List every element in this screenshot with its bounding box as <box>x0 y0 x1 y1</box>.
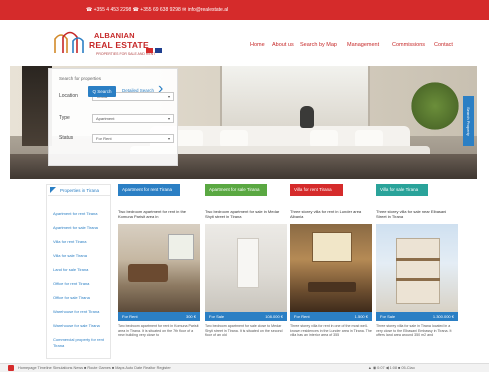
window <box>220 66 370 126</box>
sidebar-item-apartment-rent[interactable]: Apartment for rent Tirana <box>53 211 97 216</box>
window <box>312 232 352 262</box>
english-flag-icon[interactable] <box>155 48 162 53</box>
listing-price-bar: For Rent 1.500 € <box>290 312 372 321</box>
plant <box>410 76 460 136</box>
toolbar-status: ▲ ◉ 0:07 ◀ 1:08 ■ 05-Ciao <box>368 366 415 370</box>
listing-description: Two bedroom apartment for sale close to … <box>205 324 283 338</box>
top-contact-bar: ☎ +355 4 453 2298 ☎ +355 69 638 9298 ✉ i… <box>0 0 489 20</box>
red-square-icon[interactable] <box>8 365 14 371</box>
listing-status: For Sale <box>209 314 225 319</box>
corner-triangle-icon <box>50 187 56 193</box>
nav-commissions[interactable]: Commissions <box>392 42 425 48</box>
balcony <box>396 258 440 261</box>
nav-home[interactable]: Home <box>250 42 265 48</box>
listing-title[interactable]: Two bedroom apartment for sale in Medar … <box>205 209 287 219</box>
listing-description: Three storey villa for rent in one of th… <box>290 324 372 338</box>
listing-title[interactable]: Two bedroom apartment for rent in the Ko… <box>118 209 200 219</box>
type-select[interactable]: Apartment ▾ <box>92 114 174 123</box>
listing-price: 1.300.000 € <box>432 314 454 319</box>
chevron-down-icon: ▾ <box>167 116 170 121</box>
listing-photo[interactable] <box>118 224 200 312</box>
location-label: Location <box>59 93 78 99</box>
sidebar-title: Properties in Tirana <box>60 188 100 193</box>
toolbar-links[interactable]: Homepage Timeline Simulations News ■ Rou… <box>18 364 171 372</box>
nav-management[interactable]: Management <box>347 42 379 48</box>
status-select[interactable]: For Rent ▾ <box>92 134 174 143</box>
contact-info: ☎ +355 4 453 2298 ☎ +355 69 638 9298 ✉ i… <box>86 7 229 13</box>
nav-search-by-map[interactable]: Search by Map <box>300 42 337 48</box>
window <box>168 234 194 260</box>
search-property-tab[interactable]: Search Property <box>463 96 474 146</box>
table <box>308 282 356 292</box>
bottom-toolbar: Homepage Timeline Simulations News ■ Rou… <box>0 363 489 372</box>
doorway <box>237 238 259 288</box>
listing-title[interactable]: Three storey villa for rent in Lunder ar… <box>290 209 372 219</box>
nav-contact[interactable]: Contact <box>434 42 453 48</box>
listing-price-bar: For Rent 300 € <box>118 312 200 321</box>
listing-photo[interactable] <box>376 224 458 312</box>
logo-icon[interactable] <box>53 29 85 55</box>
listing-title[interactable]: Three storey villa for sale near Elbasan… <box>376 209 458 219</box>
sidebar-item-land-sale[interactable]: Land for sale Tirana <box>53 267 88 272</box>
building <box>396 238 440 304</box>
vase <box>300 106 314 128</box>
sidebar-item-office-sale[interactable]: Office for sale Tirana <box>53 295 90 300</box>
listing-price: 108.000 € <box>265 314 283 319</box>
sidebar-item-office-rent[interactable]: Office for rent Tirana <box>53 281 89 286</box>
sidebar-item-warehouse-rent[interactable]: Warehouse for rent Tirana <box>53 309 99 314</box>
logo-text-line1[interactable]: ALBANIAN <box>94 31 135 40</box>
sidebar-item-warehouse-sale[interactable]: Warehouse for sale Tirana <box>53 323 100 328</box>
sidebar-item-commercial-rent[interactable]: Commercial property for rent Tirana <box>53 337 108 349</box>
balcony <box>396 278 440 281</box>
properties-sidebar: Properties in Tirana Apartment for rent … <box>46 184 111 359</box>
sidebar-header: Properties in Tirana <box>48 185 111 196</box>
listing-status: For Rent <box>294 314 310 319</box>
listing-price: 1.500 € <box>354 314 368 319</box>
listing-price-bar: For Sale 108.000 € <box>205 312 287 321</box>
sidebar-item-villa-rent[interactable]: Villa for rent Tirana <box>53 239 87 244</box>
listing-category-tag[interactable]: Apartment for sale Tirana <box>205 184 267 196</box>
listing-description: Two bedroom apartment for rent in Komuna… <box>118 324 199 338</box>
chevron-right-icon[interactable]: › <box>158 81 163 97</box>
logo-text-line2[interactable]: REAL ESTATE <box>89 40 149 50</box>
chevron-down-icon: ▾ <box>167 94 170 99</box>
listing-category-tag[interactable]: Apartment for rent Tirana <box>118 184 180 196</box>
sidebar-item-apartment-sale[interactable]: Apartment for sale Tirana <box>53 225 98 230</box>
status-label: Status <box>59 135 74 141</box>
listing-category-tag[interactable]: Villa for sale Tirana <box>376 184 428 196</box>
sidebar-item-villa-sale[interactable]: Villa for sale Tirana <box>53 253 87 258</box>
listing-status: For Sale <box>380 314 396 319</box>
listing-status: For Rent <box>122 314 138 319</box>
chevron-down-icon: ▾ <box>167 136 170 141</box>
listing-photo[interactable] <box>290 224 372 312</box>
search-title: Search for properties <box>59 76 102 81</box>
listing-photo[interactable] <box>205 224 287 312</box>
albanian-flag-icon[interactable] <box>146 48 153 53</box>
listing-price-bar: For Sale 1.300.000 € <box>376 312 458 321</box>
detailed-search-link[interactable]: Detailed Search <box>122 88 154 93</box>
type-label: Type <box>59 115 70 121</box>
sofa <box>128 264 168 282</box>
listing-price: 300 € <box>185 314 196 319</box>
listing-description: Three storey villa for sale in Tirana lo… <box>376 324 452 338</box>
language-switcher <box>146 40 164 58</box>
search-button[interactable]: Q Search <box>88 86 116 97</box>
listing-category-tag[interactable]: Villa for rent Tirana <box>290 184 343 196</box>
nav-about-us[interactable]: About us <box>272 42 294 48</box>
